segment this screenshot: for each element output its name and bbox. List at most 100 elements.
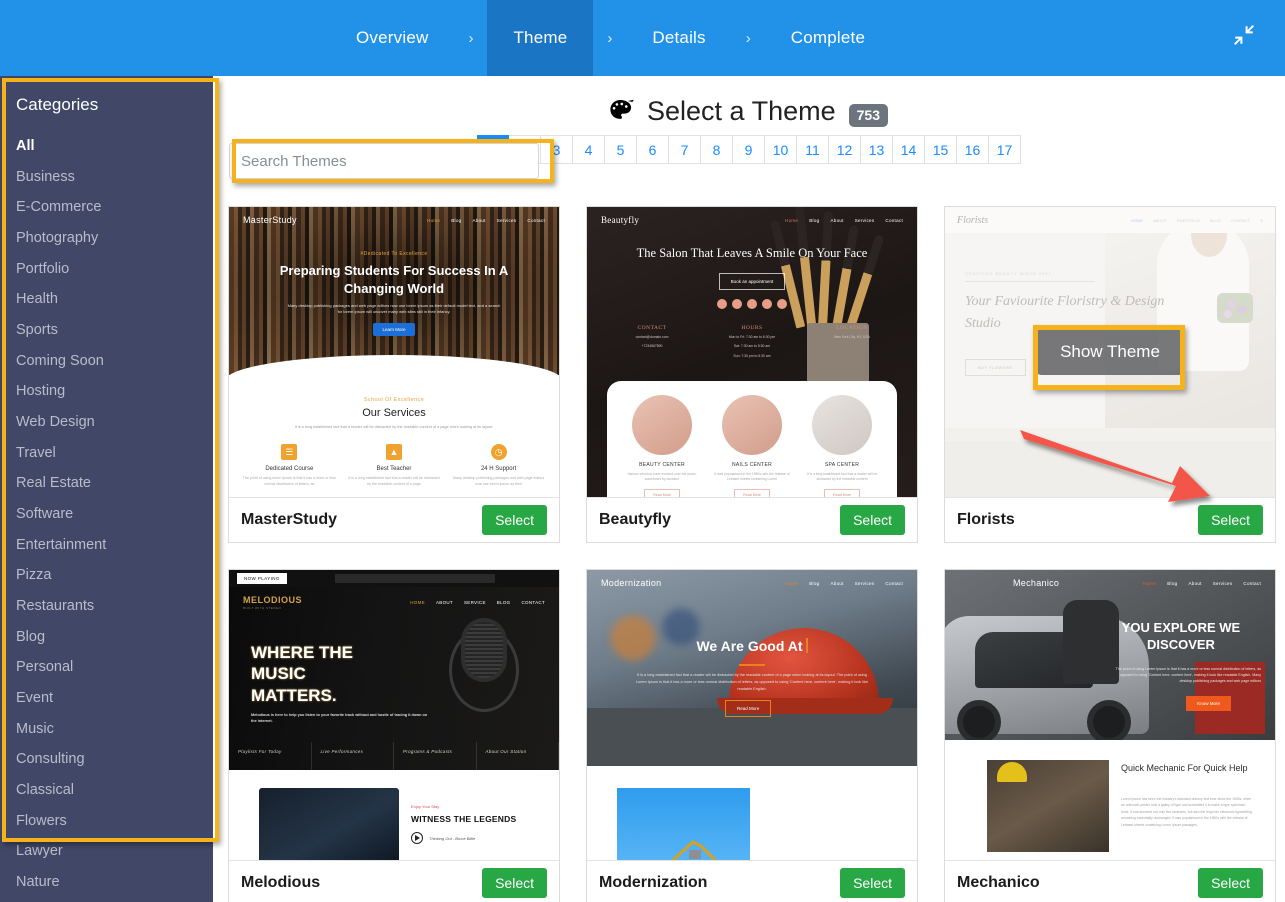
sidebar-item-label: E-Commerce [16,199,102,216]
categories-sidebar[interactable]: Categories All Business E-Commerce Photo… [0,76,213,902]
theme-card-footer: MasterStudy Select [229,497,559,542]
search-input[interactable] [229,143,539,179]
page-17[interactable]: 17 [989,135,1021,164]
compress-arrows-icon[interactable] [1229,20,1259,50]
page-10[interactable]: 10 [765,135,797,164]
sidebar-item-label: Blog [16,628,46,645]
sidebar-title: Categories [16,95,99,114]
sidebar-item-consulting[interactable]: Consulting [0,744,213,775]
mini-logo: MasterStudy [243,215,297,225]
sidebar-item-personal[interactable]: Personal [0,652,213,683]
sidebar-item-music[interactable]: Music [0,714,213,745]
mini-logo-sub: BUILT WITH STEREO [243,605,282,610]
sidebar-item-profile[interactable]: Profile [0,898,213,902]
sidebar-item-label: All [16,138,35,154]
sidebar-item-sports[interactable]: Sports [0,315,213,346]
theme-card-florists[interactable]: Florists HOME ABOUT PORTFOLIO BLOG CONTA… [944,206,1276,543]
theme-card-modernization[interactable]: Modernization Home Blog About Services C… [586,569,918,902]
sidebar-item-classical[interactable]: Classical [0,775,213,806]
mini-section-sub: It is a long established fact that a rea… [294,425,494,429]
mini-headline: We Are Good At [696,638,803,654]
select-button[interactable]: Select [840,868,905,898]
sidebar-item-label: Flowers [16,812,67,829]
sidebar-item-business[interactable]: Business [0,162,213,193]
sidebar-item-flowers[interactable]: Flowers [0,806,213,837]
mini-strip-label: Live Performances [320,749,364,754]
page-8[interactable]: 8 [701,135,733,164]
sidebar-item-health[interactable]: Health [0,284,213,315]
mini-strip-label: About Our Station [485,749,527,754]
theme-card-melodious[interactable]: NOW PLAYING MELODIOUS BUILT WITH STEREO … [228,569,560,902]
sidebar-item-pizza[interactable]: Pizza [0,560,213,591]
page-12[interactable]: 12 [829,135,861,164]
mini-card-button: Read More [644,488,680,497]
theme-thumbnail[interactable]: Mechanico Home Blog About Services Conta… [945,570,1275,860]
step-overview[interactable]: Overview [330,0,454,76]
step-details[interactable]: Details [626,0,731,76]
page-11[interactable]: 11 [797,135,829,164]
sidebar-item-blog[interactable]: Blog [0,622,213,653]
mini-body: Melodious is here to help you listen to … [251,713,428,724]
step-complete[interactable]: Complete [765,0,891,76]
page-9[interactable]: 9 [733,135,765,164]
sidebar-item-label: Nature [16,874,60,891]
page-4[interactable]: 4 [573,135,605,164]
page-7[interactable]: 7 [669,135,701,164]
sidebar-item-web-design[interactable]: Web Design [0,407,213,438]
wizard-header: Overview › Theme › Details › Complete [0,0,1285,76]
step-theme[interactable]: Theme [487,0,594,76]
mini-nav-link: ABOUT [435,599,453,605]
sidebar-item-real-estate[interactable]: Real Estate [0,468,213,499]
step-separator: › [745,29,751,47]
theme-thumbnail[interactable]: Beautyfly Home Blog About Services Conta… [587,207,917,497]
theme-card-masterstudy[interactable]: MasterStudy Home Blog About Services Con… [228,206,560,543]
page-3[interactable]: 3 [541,135,573,164]
sidebar-item-all[interactable]: All [0,131,213,162]
page-5[interactable]: 5 [605,135,637,164]
sidebar-item-photography[interactable]: Photography [0,223,213,254]
mini-section-title: Quick Mechanic For Quick Help [1121,763,1248,773]
theme-hover-overlay[interactable]: Show Theme [945,207,1275,497]
mini-feature-title: Dedicated Course [265,466,314,473]
page-14[interactable]: 14 [893,135,925,164]
mini-nav-link: Blog [809,217,820,223]
theme-name: MasterStudy [241,511,338,528]
sidebar-item-e-commerce[interactable]: E-Commerce [0,192,213,223]
theme-thumbnail[interactable]: MasterStudy Home Blog About Services Con… [229,207,559,497]
mini-section-text: Lorem Ipsum has been the industry's stan… [1121,797,1253,827]
sidebar-item-label: Web Design [16,414,95,431]
theme-thumbnail[interactable]: Modernization Home Blog About Services C… [587,570,917,860]
sidebar-item-event[interactable]: Event [0,683,213,714]
sidebar-item-travel[interactable]: Travel [0,438,213,469]
mini-nav-link: Contact [527,217,545,223]
select-button[interactable]: Select [840,505,905,535]
sidebar-item-restaurants[interactable]: Restaurants [0,591,213,622]
select-button[interactable]: Select [482,868,547,898]
mini-nav-link: Contact [885,580,903,586]
sidebar-item-coming-soon[interactable]: Coming Soon [0,346,213,377]
select-button[interactable]: Select [1198,868,1263,898]
sidebar-item-label: Entertainment [16,536,107,553]
theme-card-mechanico[interactable]: Mechanico Home Blog About Services Conta… [944,569,1276,902]
page-16[interactable]: 16 [957,135,989,164]
sidebar-item-nature[interactable]: Nature [0,867,213,898]
theme-card-footer: Melodious Select [229,860,559,902]
page-15[interactable]: 15 [925,135,957,164]
sidebar-item-hosting[interactable]: Hosting [0,376,213,407]
graduation-cap-icon: ▲ [385,444,402,461]
select-button[interactable]: Select [1198,505,1263,535]
select-button[interactable]: Select [482,505,547,535]
book-icon: ☰ [281,444,298,461]
sidebar-item-portfolio[interactable]: Portfolio [0,254,213,285]
theme-card-beautyfly[interactable]: Beautyfly Home Blog About Services Conta… [586,206,918,543]
mini-nav-link: About [472,217,486,223]
search-wrap [229,143,539,179]
sidebar-item-lawyer[interactable]: Lawyer [0,836,213,867]
show-theme-button[interactable]: Show Theme [1036,329,1184,375]
page-13[interactable]: 13 [861,135,893,164]
theme-thumbnail[interactable]: Florists HOME ABOUT PORTFOLIO BLOG CONTA… [945,207,1275,497]
sidebar-item-entertainment[interactable]: Entertainment [0,530,213,561]
sidebar-item-software[interactable]: Software [0,499,213,530]
theme-thumbnail[interactable]: NOW PLAYING MELODIOUS BUILT WITH STEREO … [229,570,559,860]
page-6[interactable]: 6 [637,135,669,164]
